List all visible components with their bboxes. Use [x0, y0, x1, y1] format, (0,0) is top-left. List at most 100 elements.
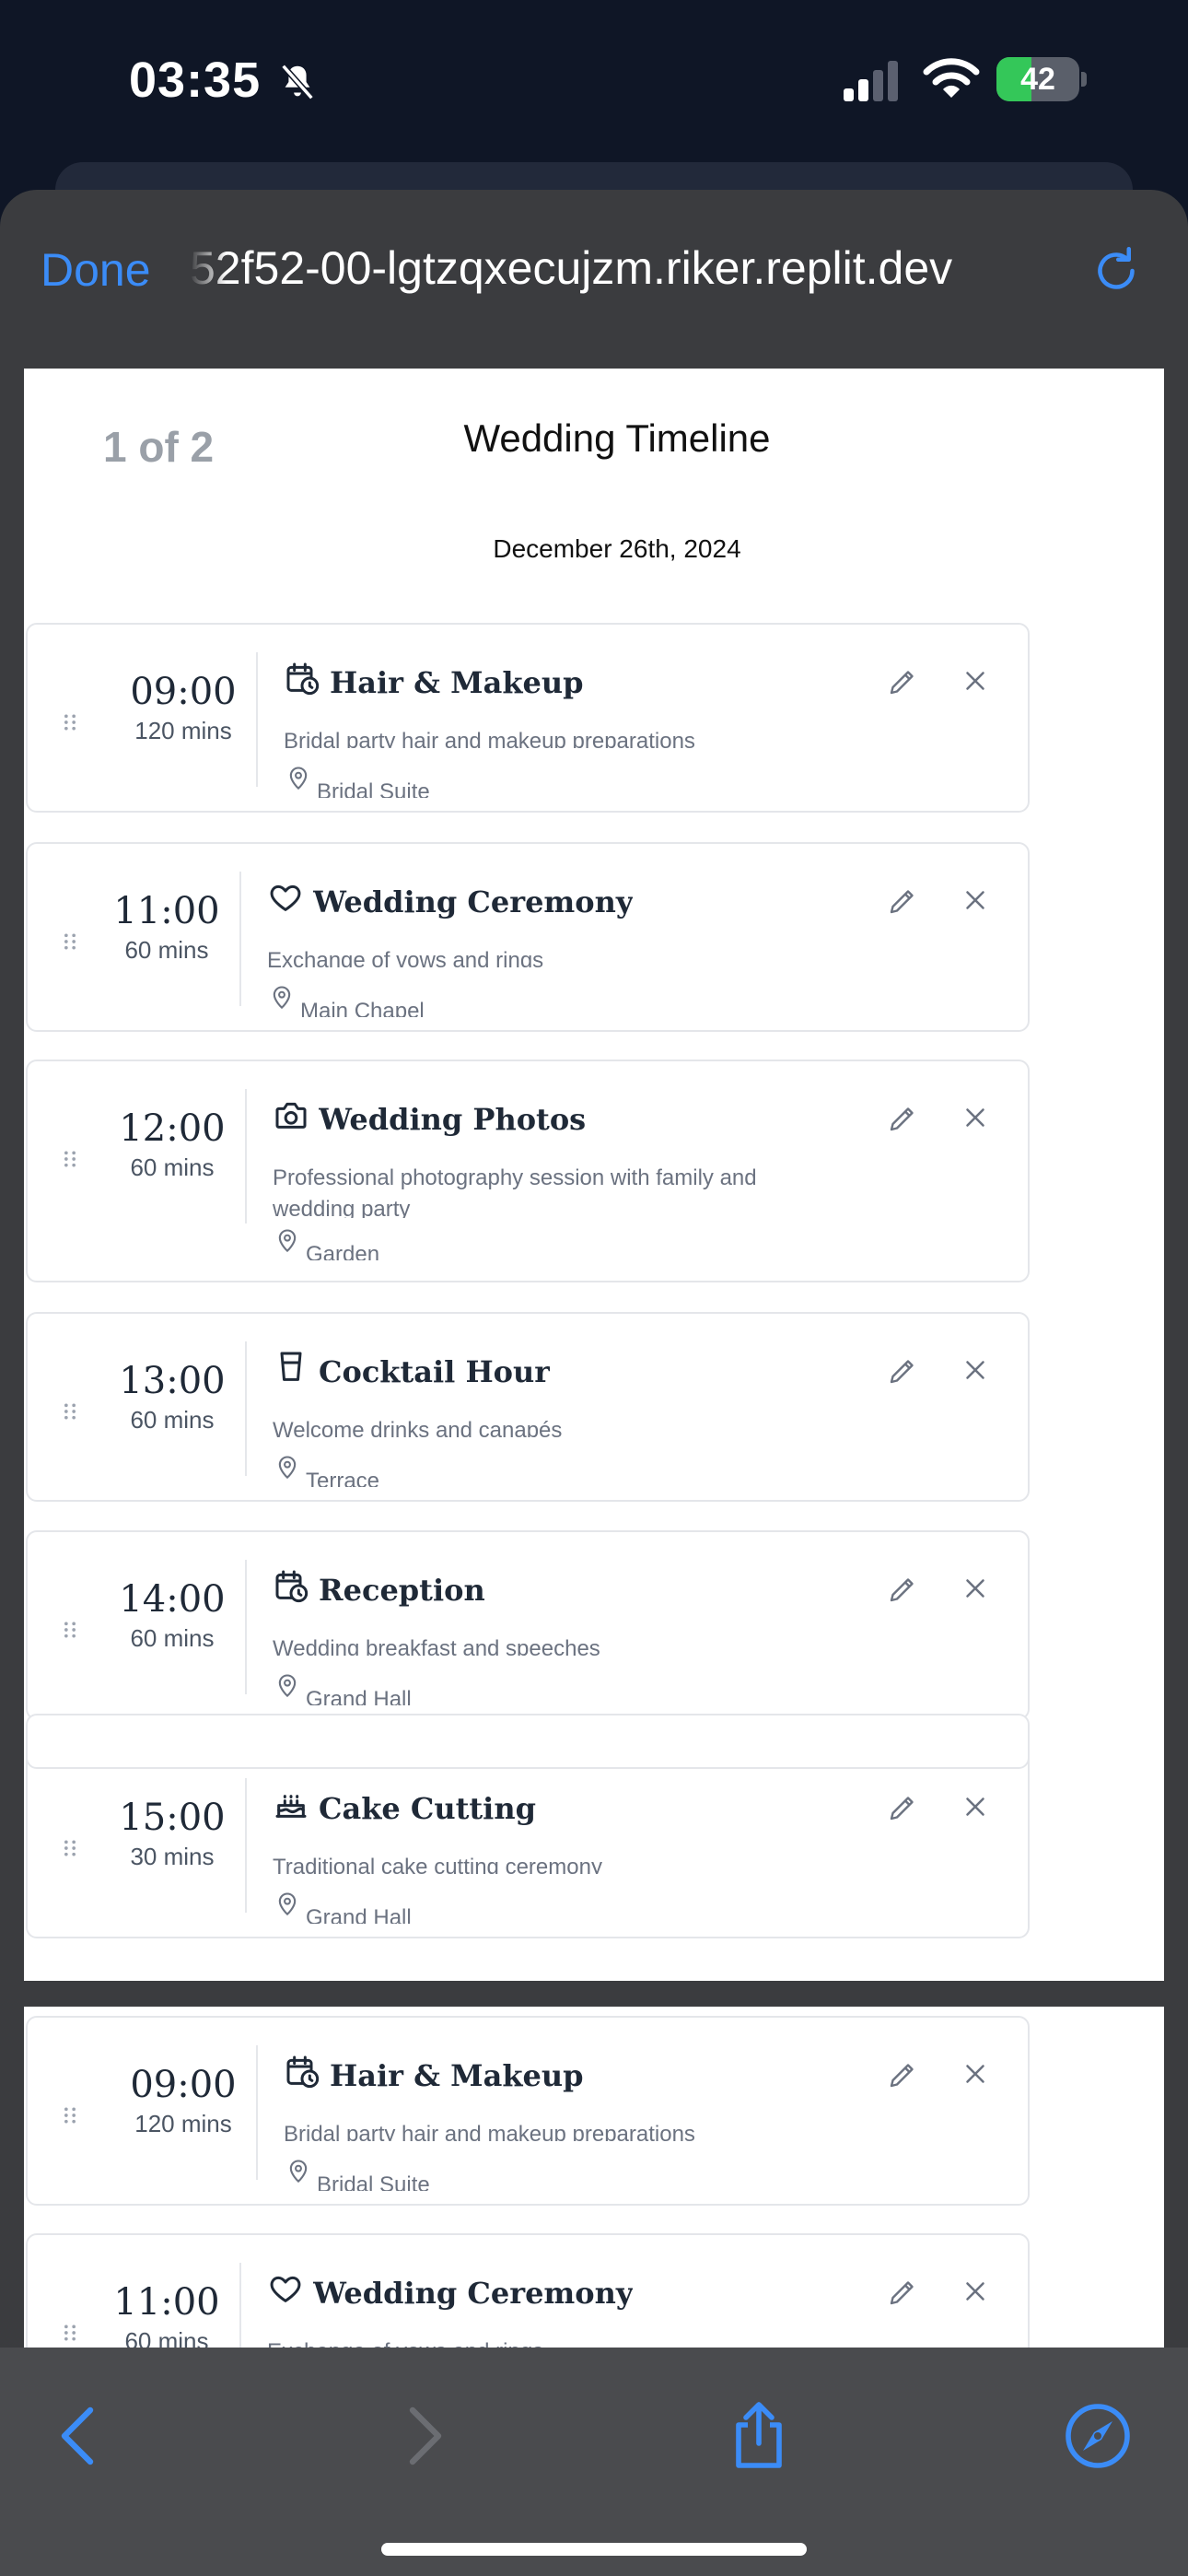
- event-time-block: 09:00 120 mins: [114, 671, 252, 745]
- close-icon[interactable]: [960, 1102, 991, 1133]
- event-title: Cocktail Hour: [319, 1354, 551, 1389]
- event-time: 12:00: [119, 1107, 226, 1150]
- page-preview-1[interactable]: 1 of 2 Wedding Timeline December 26th, 2…: [24, 369, 1164, 1981]
- map-pin-icon: [278, 1229, 297, 1253]
- event-time-block: 15:00 30 mins: [103, 1797, 241, 1871]
- close-icon[interactable]: [960, 1573, 991, 1604]
- card-divider: [256, 652, 258, 787]
- event-location: Bridal Suite: [317, 779, 430, 798]
- status-bar: 03:35 42: [0, 0, 1188, 166]
- browser-sheet: Done 52f52-00-lgtzqxecujzm.riker.replit.…: [0, 190, 1188, 2576]
- event-duration: 30 mins: [130, 1843, 215, 1870]
- forward-arrow-icon[interactable]: [387, 2399, 460, 2473]
- timeline-card[interactable]: 13:00 60 mins Cocktail Hour Welcome drinks …: [26, 1312, 1030, 1502]
- compass-icon[interactable]: [1061, 2399, 1135, 2473]
- drag-handle-icon[interactable]: [61, 1397, 79, 1426]
- edit-pencil-icon[interactable]: [886, 1102, 919, 1135]
- timeline-card[interactable]: 15:00 30 mins Cake Cutting Traditional cake…: [26, 1749, 1030, 1938]
- done-button[interactable]: Done: [41, 243, 151, 297]
- drag-handle-icon[interactable]: [61, 927, 79, 956]
- bell-slash-icon: [281, 64, 314, 100]
- event-duration: 60 mins: [130, 1624, 215, 1652]
- timeline-card-partial: [26, 1714, 1030, 1769]
- drag-handle-icon[interactable]: [61, 1615, 79, 1645]
- event-description: Wedding breakfast and speeches: [273, 1636, 600, 1656]
- event-location: Grand Hall: [306, 1687, 412, 1705]
- close-icon[interactable]: [960, 2276, 991, 2307]
- event-duration: 60 mins: [124, 936, 209, 964]
- map-pin-icon: [278, 1674, 297, 1698]
- event-description: Traditional cake cutting ceremony: [273, 1855, 602, 1874]
- timeline-card[interactable]: 09:00 120 mins Hair & Makeup Bridal party h…: [26, 2016, 1030, 2206]
- drag-handle-icon[interactable]: [61, 708, 79, 737]
- event-time-block: 09:00 120 mins: [114, 2064, 252, 2138]
- card-divider: [256, 2045, 258, 2180]
- event-time: 11:00: [113, 2281, 220, 2324]
- event-title: Hair & Makeup: [330, 665, 584, 700]
- event-title: Wedding Ceremony: [313, 884, 634, 919]
- event-time: 09:00: [130, 2064, 237, 2106]
- edit-pencil-icon[interactable]: [886, 2276, 919, 2309]
- map-pin-icon: [273, 986, 291, 1010]
- back-arrow-icon[interactable]: [42, 2399, 116, 2473]
- drag-handle-icon[interactable]: [61, 1144, 79, 1174]
- browser-header: Done 52f52-00-lgtzqxecujzm.riker.replit.…: [0, 190, 1188, 365]
- drag-handle-icon[interactable]: [61, 1833, 79, 1863]
- event-time-block: 14:00 60 mins: [103, 1578, 241, 1653]
- map-pin-icon: [278, 1892, 297, 1916]
- card-divider: [245, 1341, 247, 1476]
- calendar-clock-icon: [286, 662, 320, 696]
- edit-pencil-icon[interactable]: [886, 1354, 919, 1388]
- bottom-toolbar: [0, 2348, 1188, 2576]
- wifi-icon: [923, 58, 980, 98]
- card-divider: [245, 1778, 247, 1913]
- event-time: 13:00: [119, 1360, 226, 1402]
- card-divider: [239, 872, 241, 1006]
- event-time-block: 11:00 60 mins: [98, 2281, 236, 2356]
- heart-icon: [270, 2276, 301, 2302]
- event-description: Bridal party hair and makeup preparation…: [284, 729, 695, 748]
- status-time: 03:35: [129, 53, 262, 108]
- timeline-date: December 26th, 2024: [493, 534, 741, 563]
- event-location: Grand Hall: [306, 1905, 412, 1924]
- edit-pencil-icon[interactable]: [886, 665, 919, 698]
- heart-icon: [270, 884, 301, 911]
- card-divider: [245, 1560, 247, 1694]
- share-icon[interactable]: [722, 2399, 796, 2473]
- event-time-block: 12:00 60 mins: [103, 1107, 241, 1182]
- edit-pencil-icon[interactable]: [886, 1791, 919, 1824]
- event-description: Professional photography session with fa…: [273, 1165, 757, 1218]
- timeline-card[interactable]: 14:00 60 mins Reception Wedding breakfast a…: [26, 1530, 1030, 1720]
- event-title: Cake Cutting: [319, 1791, 536, 1826]
- edit-pencil-icon[interactable]: [886, 2058, 919, 2091]
- edit-pencil-icon[interactable]: [886, 1573, 919, 1606]
- event-duration: 60 mins: [130, 1406, 215, 1434]
- event-time: 09:00: [130, 671, 237, 713]
- event-title: Wedding Ceremony: [313, 2276, 634, 2311]
- close-icon[interactable]: [960, 665, 991, 697]
- edit-pencil-icon[interactable]: [886, 884, 919, 918]
- drag-handle-icon[interactable]: [61, 2101, 79, 2130]
- close-icon[interactable]: [960, 1354, 991, 1386]
- battery-percent: 42: [1020, 62, 1055, 97]
- camera-icon: [275, 1102, 307, 1129]
- timeline-card[interactable]: 11:00 60 mins Wedding Ceremony Exchange of …: [26, 842, 1030, 1032]
- close-icon[interactable]: [960, 1791, 991, 1822]
- event-time: 15:00: [119, 1797, 226, 1839]
- page-title: Wedding Timeline: [463, 416, 771, 460]
- event-duration: 120 mins: [134, 717, 232, 744]
- event-title: Wedding Photos: [319, 1102, 587, 1137]
- drag-handle-icon[interactable]: [61, 2318, 79, 2348]
- reload-icon[interactable]: [1089, 241, 1144, 300]
- event-title: Reception: [319, 1573, 485, 1608]
- event-time-block: 13:00 60 mins: [103, 1360, 241, 1434]
- timeline-card[interactable]: 09:00 120 mins Hair & Makeup Bridal party h…: [26, 623, 1030, 813]
- map-pin-icon: [289, 767, 308, 790]
- url-display[interactable]: 52f52-00-lgtzqxecujzm.riker.replit.dev: [190, 241, 1046, 295]
- page-preview-2[interactable]: 09:00 120 mins Hair & Makeup Bridal party h…: [24, 2007, 1164, 2386]
- close-icon[interactable]: [960, 884, 991, 916]
- battery-indicator: 42: [996, 57, 1087, 101]
- close-icon[interactable]: [960, 2058, 991, 2090]
- calendar-clock-icon: [286, 2055, 320, 2089]
- timeline-card[interactable]: 12:00 60 mins Wedding Photos Professional p…: [26, 1060, 1030, 1282]
